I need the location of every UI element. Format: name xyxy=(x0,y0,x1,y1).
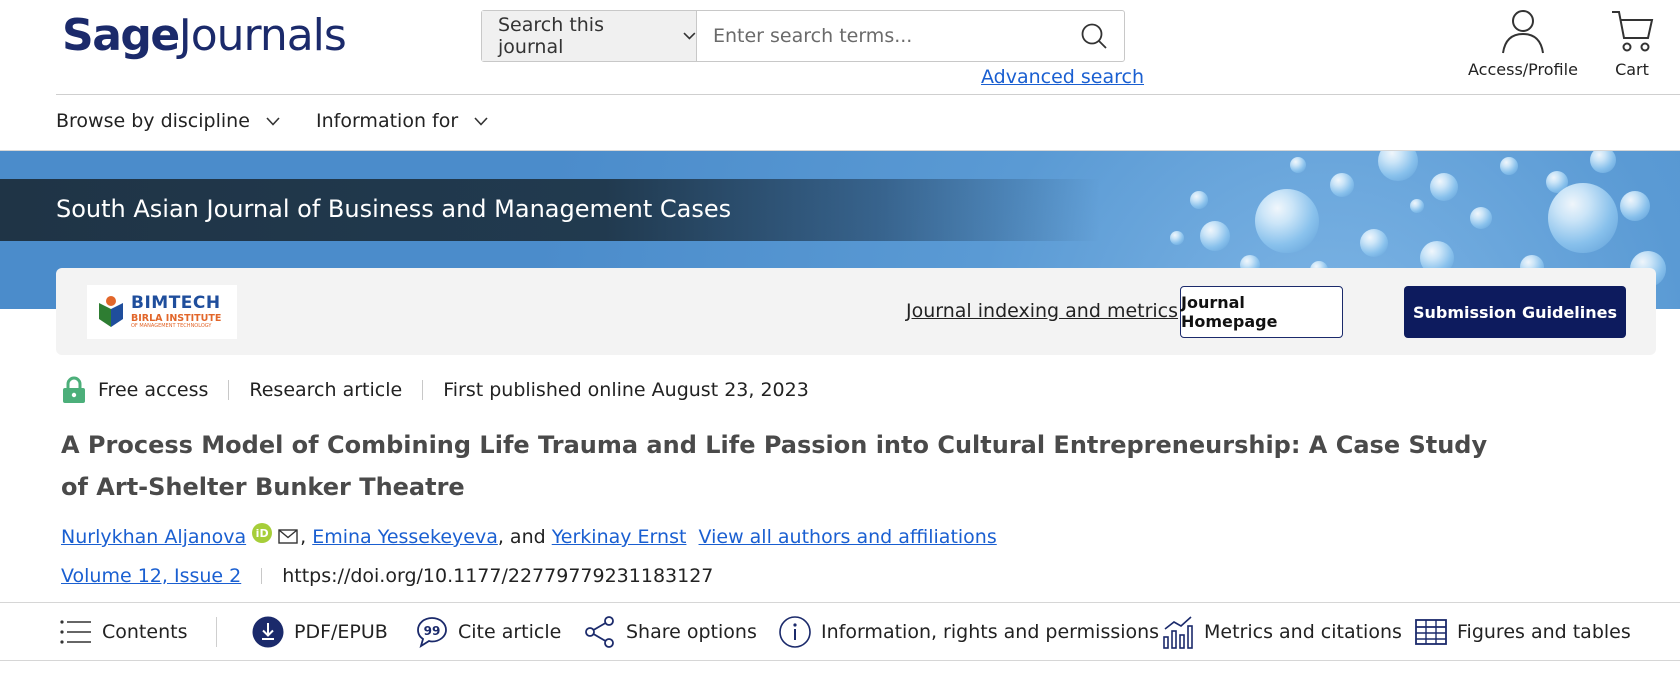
article-meta: Free access Research article First publi… xyxy=(62,376,809,404)
volume-issue-link[interactable]: Volume 12, Issue 2 xyxy=(61,565,241,587)
volume-doi-row: Volume 12, Issue 2 https://doi.org/10.11… xyxy=(61,565,713,587)
article-type: Research article xyxy=(249,379,403,401)
author-link[interactable]: Emina Yessekeyeva xyxy=(312,526,498,548)
doi-text[interactable]: https://doi.org/10.1177/2277977923118312… xyxy=(282,565,713,587)
toolbar-bottom-border xyxy=(0,660,1680,661)
cart-icon xyxy=(1612,11,1654,52)
search-input[interactable] xyxy=(697,11,1064,61)
toolbar-top-border xyxy=(0,602,1680,603)
list-icon xyxy=(60,620,91,644)
publish-date: First published online August 23, 2023 xyxy=(443,379,809,401)
view-all-authors-link[interactable]: View all authors and affiliations xyxy=(699,526,997,548)
toolbar-contents-label: Contents xyxy=(102,621,188,643)
header-divider xyxy=(56,94,1680,95)
toolbar-share-label: Share options xyxy=(626,621,757,643)
toolbar-contents[interactable]: Contents xyxy=(60,614,187,650)
logo-name: BIMTECH xyxy=(131,292,221,313)
user-icon xyxy=(1501,10,1544,54)
info-icon xyxy=(779,616,811,648)
author-separator: , and xyxy=(497,526,546,548)
meta-separator xyxy=(422,380,424,400)
meta-separator xyxy=(261,568,263,584)
cart-button[interactable]: Cart xyxy=(1610,8,1654,79)
access-profile-button[interactable]: Access/Profile xyxy=(1468,8,1578,79)
toolbar-figures-tables[interactable]: Figures and tables xyxy=(1415,614,1631,650)
submission-guidelines-button[interactable]: Submission Guidelines xyxy=(1404,286,1626,338)
chevron-down-icon xyxy=(474,116,488,126)
nav-info-label: Information for xyxy=(316,110,459,132)
chart-icon xyxy=(1163,616,1193,649)
cart-label: Cart xyxy=(1615,60,1649,79)
toolbar-cite-article[interactable]: 99 Cite article xyxy=(416,614,561,650)
search-bar: Search this journal xyxy=(481,10,1125,62)
nav-browse-label: Browse by discipline xyxy=(56,110,250,132)
svg-text:99: 99 xyxy=(424,624,441,638)
toolbar-separator xyxy=(216,617,217,647)
journal-homepage-button[interactable]: Journal Homepage xyxy=(1180,286,1343,338)
journal-title[interactable]: South Asian Journal of Business and Mana… xyxy=(56,195,731,223)
brand-secondary: Journals xyxy=(178,10,347,61)
share-icon xyxy=(585,616,614,648)
download-icon xyxy=(252,616,284,648)
mail-icon[interactable] xyxy=(278,528,298,544)
search-button[interactable] xyxy=(1064,11,1124,61)
author-link[interactable]: Nurlykhan Aljanova xyxy=(61,526,246,548)
brand-primary: Sage xyxy=(62,10,180,61)
quote-icon: 99 xyxy=(417,617,447,648)
search-scope-dropdown[interactable]: Search this journal xyxy=(482,11,697,61)
author-link[interactable]: Yerkinay Ernst xyxy=(552,526,687,548)
toolbar-share-options[interactable]: Share options xyxy=(584,614,757,650)
lock-icon xyxy=(63,376,85,403)
toolbar-information-rights[interactable]: Information, rights and permissions xyxy=(779,614,1159,650)
meta-separator xyxy=(228,380,230,400)
logo-subtitle-2: OF MANAGEMENT TECHNOLOGY xyxy=(131,323,212,330)
orcid-icon[interactable]: iD xyxy=(252,523,273,543)
toolbar-pdf-label: PDF/EPUB xyxy=(294,621,388,643)
toolbar-pdf-epub[interactable]: PDF/EPUB xyxy=(252,614,388,650)
bimtech-emblem-icon xyxy=(99,296,123,327)
toolbar-metrics-label: Metrics and citations xyxy=(1204,621,1402,643)
toolbar-metrics-citations[interactable]: Metrics and citations xyxy=(1162,614,1402,650)
logo-subtitle: BIRLA INSTITUTE xyxy=(131,312,222,324)
article-title: A Process Model of Combining Life Trauma… xyxy=(61,431,1488,501)
table-icon xyxy=(1415,619,1447,645)
nav-information-for[interactable]: Information for xyxy=(316,110,488,132)
search-scope-label: Search this journal xyxy=(498,14,604,58)
nav-browse-discipline[interactable]: Browse by discipline xyxy=(56,110,280,132)
search-icon xyxy=(1081,23,1107,49)
access-profile-label: Access/Profile xyxy=(1468,60,1578,79)
toolbar-cite-label: Cite article xyxy=(458,621,562,643)
toolbar-figures-label: Figures and tables xyxy=(1457,621,1631,643)
site-logo[interactable]: SageJournals xyxy=(62,10,347,61)
author-separator: , xyxy=(300,526,307,548)
access-type: Free access xyxy=(98,379,209,401)
journal-society-logo[interactable]: BIMTECH BIRLA INSTITUTE OF MANAGEMENT TE… xyxy=(87,285,237,339)
advanced-search-link[interactable]: Advanced search xyxy=(981,66,1144,88)
toolbar-info-label: Information, rights and permissions xyxy=(821,621,1160,643)
journal-info-card: BIMTECH BIRLA INSTITUTE OF MANAGEMENT TE… xyxy=(56,268,1656,355)
chevron-down-icon xyxy=(683,32,696,40)
journal-indexing-link[interactable]: Journal indexing and metrics xyxy=(906,300,1178,322)
author-list: Nurlykhan Aljanova iD , Emina Yessekeyev… xyxy=(61,523,997,548)
chevron-down-icon xyxy=(266,116,280,126)
